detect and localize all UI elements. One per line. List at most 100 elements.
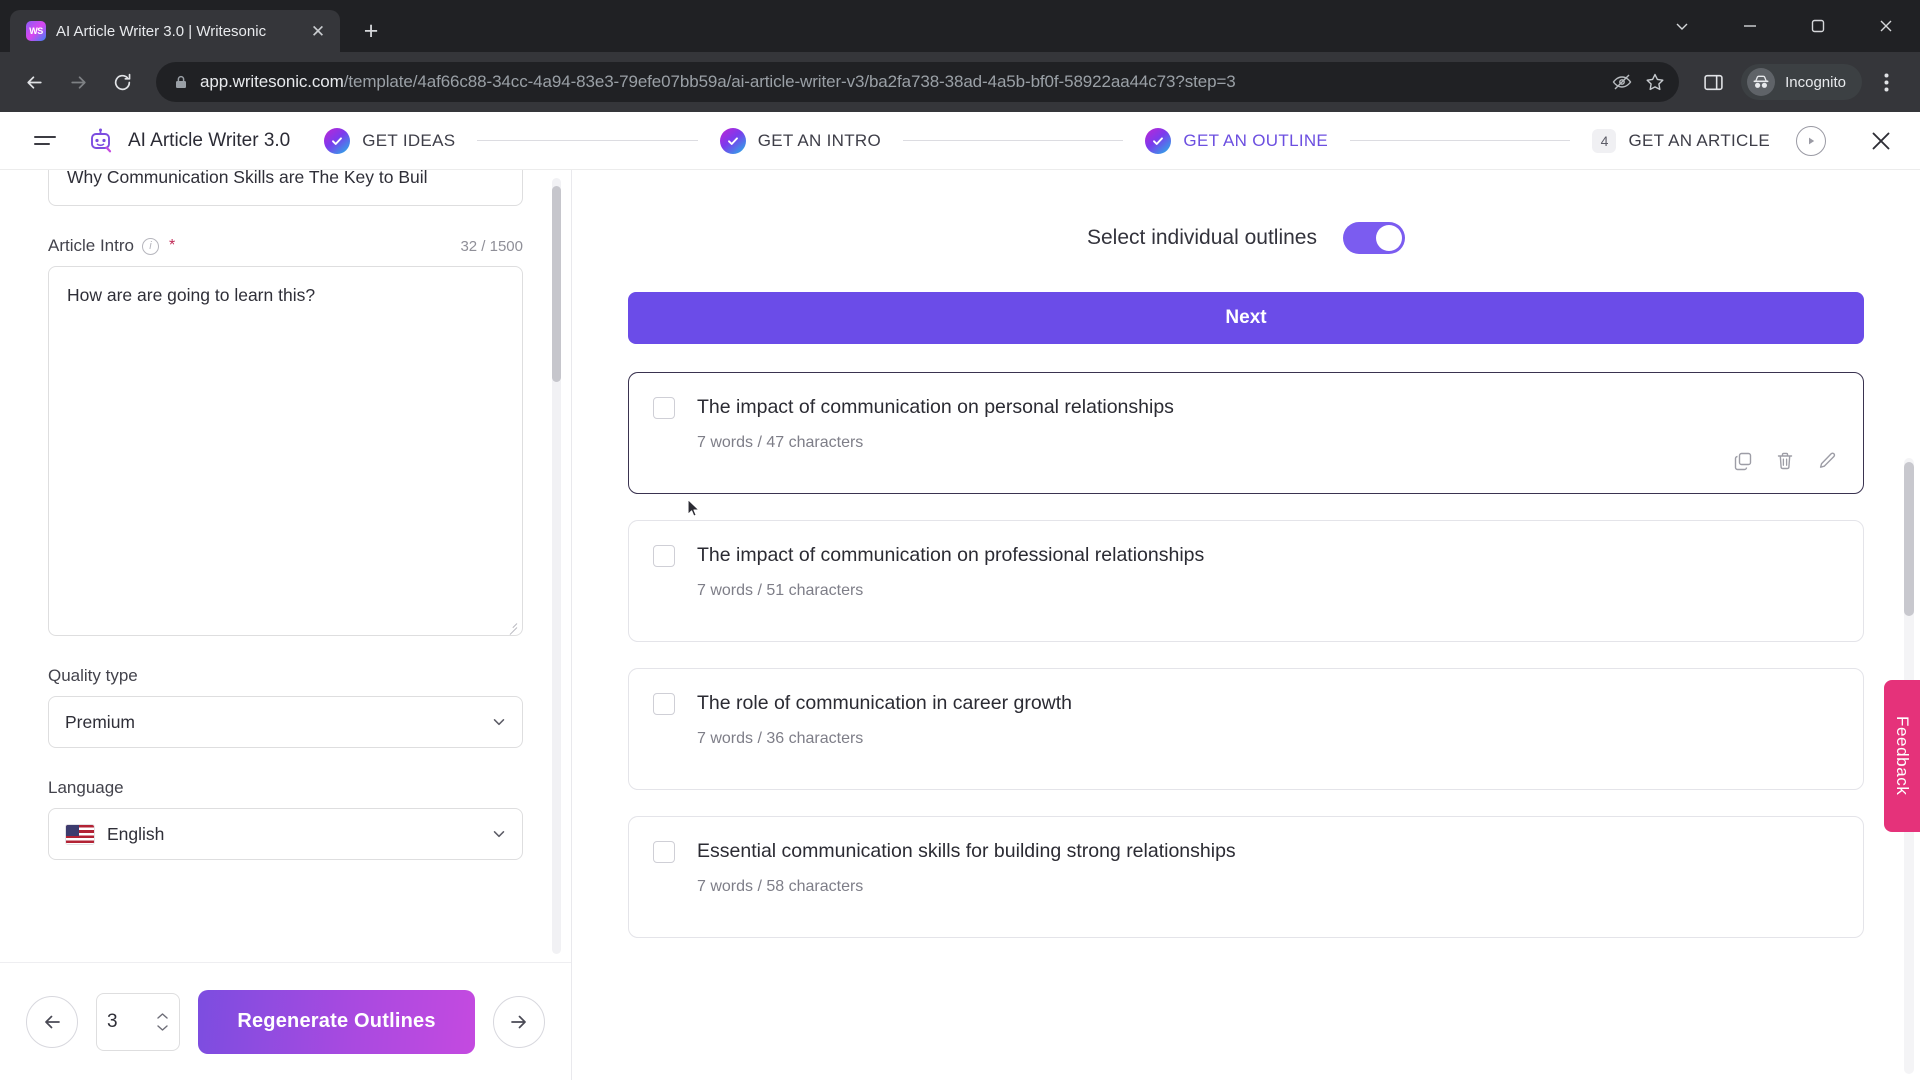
outline-meta: 7 words / 51 characters [697,582,864,600]
step-get-an-outline[interactable]: GET AN OUTLINE [1145,127,1329,154]
outline-card-actions [1733,451,1837,471]
step-get-ideas[interactable]: GET IDEAS [324,127,456,154]
tab-title: AI Article Writer 3.0 | Writesonic [56,22,267,40]
outline-meta: 7 words / 36 characters [697,730,864,748]
step-number-badge: 4 [1592,128,1617,153]
article-intro-label: Article Intro [48,236,134,255]
close-icon[interactable]: ✕ [306,19,330,43]
outline-card-header: The impact of communication on personal … [653,395,1837,420]
outline-card[interactable]: The impact of communication on professio… [628,520,1864,642]
regenerate-outlines-button[interactable]: Regenerate Outlines [198,989,475,1054]
stepper-arrows[interactable] [156,1012,169,1032]
form-sidebar: Why Communication Skills are The Key to … [0,170,572,1080]
back-icon[interactable] [14,62,54,102]
toggle-knob [1375,225,1402,251]
outline-card[interactable]: The role of communication in career grow… [628,668,1864,790]
incognito-profile-button[interactable]: Incognito [1741,64,1862,100]
side-panel-icon[interactable] [1693,62,1733,102]
browser-tab[interactable]: WS AI Article Writer 3.0 | Writesonic ✕ [10,10,340,52]
info-icon[interactable]: i [141,237,159,255]
new-tab-button[interactable]: + [354,14,388,48]
forward-icon[interactable] [58,62,98,102]
outline-meta: 7 words / 58 characters [697,878,864,896]
url-host: app.writesonic.com [200,72,344,91]
sidebar-scroll-area: Why Communication Skills are The Key to … [0,170,571,962]
outline-title: The role of communication in career grow… [697,692,1073,714]
outline-title: The impact of communication on personal … [697,396,1174,418]
step-label: GET IDEAS [362,130,456,150]
outline-count-stepper[interactable]: 3 [96,992,180,1051]
minimize-icon[interactable] [1716,0,1784,52]
window-controls [1648,0,1920,52]
article-title-field-clipped: Why Communication Skills are The Key to … [48,170,523,210]
step-get-an-intro[interactable]: GET AN INTRO [719,127,881,154]
chevron-down-icon [492,715,506,729]
url-path: /template/4af66c88-34cc-4a94-83e3-79efe0… [343,72,1236,91]
feedback-tab[interactable]: Feedback [1884,680,1920,832]
chevron-down-icon [492,827,506,841]
address-bar[interactable]: app.writesonic.com/template/4af66c88-34c… [156,62,1680,102]
required-asterisk: * [168,237,176,254]
check-icon [324,127,351,154]
incognito-label: Incognito [1785,73,1846,91]
play-circle-icon[interactable] [1796,125,1826,156]
step-connector [1350,140,1571,141]
step-label: GET AN OUTLINE [1183,130,1329,150]
browser-toolbar: app.writesonic.com/template/4af66c88-34c… [0,52,1920,112]
select-individual-outlines-label: Select individual outlines [1087,226,1317,249]
delete-icon[interactable] [1775,451,1795,471]
quality-type-value: Premium [65,711,136,732]
next-step-button[interactable] [493,995,545,1048]
app-viewport: AI Article Writer 3.0 GET IDEAS GET AN I… [0,112,1920,1080]
language-value: English [107,823,165,844]
outline-title: The impact of communication on professio… [697,544,1205,566]
star-icon[interactable] [1645,72,1665,92]
outline-meta: 7 words / 47 characters [697,434,864,452]
stepper-up-icon [157,1012,168,1019]
chevron-down-icon[interactable] [1648,0,1716,52]
outline-checkbox[interactable] [653,545,675,567]
app-header: AI Article Writer 3.0 GET IDEAS GET AN I… [0,112,1920,170]
outline-checkbox[interactable] [653,841,675,863]
sidebar-scrollbar-thumb[interactable] [552,186,561,382]
previous-step-button[interactable] [26,995,78,1048]
step-get-an-article[interactable]: 4 GET AN ARTICLE [1592,128,1770,153]
outline-card[interactable]: Essential communication skills for build… [628,816,1864,938]
outline-card[interactable]: The impact of communication on personal … [628,372,1864,494]
stepper-down-icon [157,1024,168,1031]
select-individual-outlines-toggle[interactable] [1342,222,1405,254]
copy-icon[interactable] [1733,451,1753,471]
language-select[interactable]: English [48,808,523,860]
language-label: Language [48,778,124,797]
outline-card-header: The impact of communication on professio… [653,543,1837,568]
maximize-icon[interactable] [1784,0,1852,52]
close-icon[interactable] [1864,124,1898,158]
resize-handle[interactable] [506,619,518,635]
outlines-panel: Select individual outlines Next The impa… [572,170,1920,1080]
reload-icon[interactable] [102,62,142,102]
address-bar-text: app.writesonic.com/template/4af66c88-34c… [200,72,1599,92]
article-intro-textarea[interactable]: How are are going to learn this? [48,266,523,636]
outline-count-value: 3 [107,1010,118,1032]
outlines-scrollbar-thumb[interactable] [1904,462,1914,616]
step-progress-bar: GET IDEAS GET AN INTRO GET AN OUTLINE 4 … [324,127,1770,154]
window-close-icon[interactable] [1852,0,1920,52]
next-button[interactable]: Next [628,292,1864,344]
app-title: AI Article Writer 3.0 [128,129,291,151]
outline-checkbox[interactable] [653,397,675,419]
browser-window: WS AI Article Writer 3.0 | Writesonic ✕ … [0,0,1920,1080]
lock-icon [174,74,188,90]
outline-card-header: Essential communication skills for build… [653,839,1837,864]
tab-strip: WS AI Article Writer 3.0 | Writesonic ✕ … [0,0,1920,52]
edit-icon[interactable] [1817,451,1837,471]
outline-checkbox[interactable] [653,693,675,715]
writesonic-favicon: WS [26,21,46,41]
kebab-menu-icon[interactable] [1866,62,1906,102]
sidebar-footer: 3 Regenerate Outlines [0,962,571,1080]
quality-type-select[interactable]: Premium [48,696,523,748]
hamburger-menu-icon[interactable] [34,126,64,156]
sidebar-scrollbar[interactable] [552,178,561,954]
outline-card-header: The role of communication in career grow… [653,691,1837,716]
article-title-input[interactable]: Why Communication Skills are The Key to … [48,170,523,206]
eye-off-icon[interactable] [1611,71,1633,93]
